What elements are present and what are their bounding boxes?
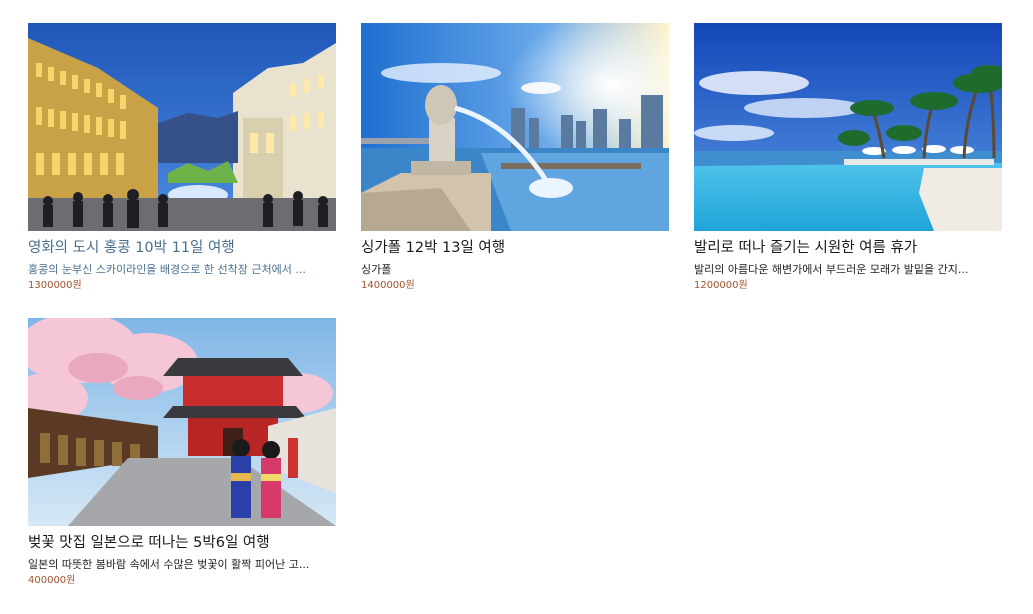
product-price: 1200000원 bbox=[694, 280, 748, 291]
product-title[interactable]: 벚꽃 맛집 일본으로 떠나는 5박6일 여행 bbox=[28, 534, 336, 552]
product-title[interactable]: 발리로 떠나 즐기는 시원한 여름 휴가 bbox=[694, 239, 1002, 257]
product-description: 발리의 아름다운 해변가에서 부드러운 모래가 발밑을 간지... bbox=[694, 263, 969, 276]
product-description: 싱가폴 bbox=[361, 263, 392, 276]
product-price: 1400000원 bbox=[361, 280, 415, 291]
product-title[interactable]: 싱가폴 12박 13일 여행 bbox=[361, 239, 669, 257]
product-title[interactable]: 영화의 도시 홍콩 10박 11일 여행 bbox=[28, 239, 336, 257]
product-card-singapore[interactable]: 싱가폴 12박 13일 여행 싱가폴 1400000원 bbox=[361, 23, 669, 292]
japan-cherry-blossom-temple-image[interactable] bbox=[28, 318, 336, 526]
product-card-hongkong[interactable]: 영화의 도시 홍콩 10박 11일 여행 홍콩의 눈부신 스카이라인을 배경으로… bbox=[28, 23, 336, 292]
bali-beach-pool-image[interactable] bbox=[694, 23, 1002, 231]
product-description: 일본의 따뜻한 봄바람 속에서 수많은 벚꽃이 활짝 피어난 고... bbox=[28, 558, 310, 571]
hongkong-city-night-image[interactable] bbox=[28, 23, 336, 231]
product-price: 400000원 bbox=[28, 575, 76, 586]
singapore-merlion-image[interactable] bbox=[361, 23, 669, 231]
product-price: 1300000원 bbox=[28, 280, 82, 291]
product-description: 홍콩의 눈부신 스카이라인을 배경으로 한 선착장 근처에서 ... bbox=[28, 263, 306, 276]
product-card-bali[interactable]: 발리로 떠나 즐기는 시원한 여름 휴가 발리의 아름다운 해변가에서 부드러운… bbox=[694, 23, 1002, 292]
product-card-japan[interactable]: 벚꽃 맛집 일본으로 떠나는 5박6일 여행 일본의 따뜻한 봄바람 속에서 수… bbox=[28, 318, 336, 587]
